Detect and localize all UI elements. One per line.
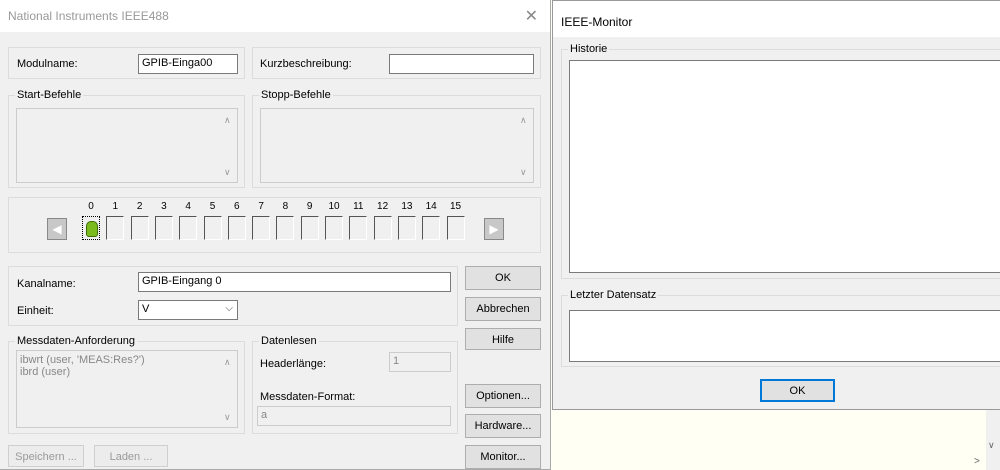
scroll-up-icon[interactable]: ∧ <box>224 357 231 368</box>
channel-number: 5 <box>209 201 216 212</box>
abbrechen-button[interactable]: Abbrechen <box>465 297 541 321</box>
modulname-input[interactable]: GPIB-Einga00 <box>138 54 238 74</box>
monitor-button[interactable]: Monitor... <box>465 445 541 469</box>
historie-textarea[interactable] <box>569 60 1000 273</box>
channel-number: 14 <box>425 201 437 212</box>
channel-slot-8[interactable] <box>276 216 295 240</box>
scroll-down-icon[interactable]: ∨ <box>520 167 527 178</box>
channel-slot-15[interactable] <box>446 216 465 240</box>
channel-slot-12[interactable] <box>373 216 392 240</box>
stopp-befehle-textarea[interactable]: ∧ ∨ <box>260 108 534 183</box>
channel-slot-0[interactable] <box>82 216 100 240</box>
stopp-scrollbar[interactable]: ∧ ∨ <box>517 109 533 182</box>
kurzbeschreibung-input[interactable] <box>389 54 534 74</box>
channel-slot-6[interactable] <box>227 216 246 240</box>
format-input[interactable]: a <box>257 406 451 426</box>
monitor-titlebar: IEEE-Monitor <box>553 1 1000 37</box>
scroll-down-icon[interactable]: ∨ <box>224 412 231 423</box>
headerlaenge-label: Headerlänge: <box>260 358 327 370</box>
scroll-right-icon[interactable]: > <box>974 456 980 467</box>
channel-number: 0 <box>88 201 94 212</box>
speichern-button[interactable]: Speichern ... <box>8 445 84 467</box>
channel-number: 1 <box>112 201 119 212</box>
kanalname-label: Kanalname: <box>17 278 76 290</box>
start-befehle-label: Start-Befehle <box>15 89 84 101</box>
optionen-button[interactable]: Optionen... <box>465 384 541 408</box>
channel-slot-9[interactable] <box>300 216 319 240</box>
close-icon[interactable]: ✕ <box>525 6 538 26</box>
channel-number: 8 <box>282 201 289 212</box>
letzter-datensatz-textarea[interactable] <box>569 310 1000 362</box>
datenlesen-label: Datenlesen <box>259 335 319 347</box>
start-scrollbar[interactable]: ∧ ∨ <box>221 109 237 182</box>
chevron-down-icon: ⌵ <box>225 303 233 314</box>
kurzbeschreibung-label: Kurzbeschreibung: <box>260 58 352 70</box>
channel-number: 9 <box>306 201 313 212</box>
channel-number: 12 <box>377 201 389 212</box>
messdaten-line: ibrd (user) <box>20 366 71 378</box>
monitor-ok-button[interactable]: OK <box>760 379 835 402</box>
hilfe-button[interactable]: Hilfe <box>465 328 541 350</box>
channel-number: 11 <box>353 201 364 212</box>
channel-number: 3 <box>161 201 167 212</box>
messdaten-line: ibwrt (user, 'MEAS:Res?') <box>20 354 145 366</box>
scroll-up-icon[interactable]: ∧ <box>224 115 231 126</box>
einheit-value: V <box>142 303 150 315</box>
channel-active-icon <box>86 221 98 237</box>
start-befehle-textarea[interactable]: ∧ ∨ <box>16 108 238 183</box>
headerlaenge-input[interactable]: 1 <box>389 352 451 372</box>
channel-next-button[interactable]: ▶ <box>484 218 504 240</box>
ok-button[interactable]: OK <box>465 266 541 290</box>
scroll-down-icon[interactable]: ∨ <box>224 167 231 178</box>
laden-button[interactable]: Laden ... <box>94 445 168 467</box>
channel-number: 13 <box>401 201 413 212</box>
hardware-button[interactable]: Hardware... <box>465 414 541 438</box>
einheit-label: Einheit: <box>17 305 54 317</box>
messdaten-label: Messdaten-Anforderung <box>15 335 138 347</box>
stopp-befehle-label: Stopp-Befehle <box>259 89 333 101</box>
channel-number: 7 <box>258 201 264 212</box>
channel-slot-1[interactable] <box>106 216 125 240</box>
einheit-select[interactable]: V ⌵ <box>138 300 238 320</box>
channel-slot-11[interactable] <box>349 216 368 240</box>
channel-slot-7[interactable] <box>252 216 271 240</box>
kanalname-input[interactable]: GPIB-Eingang 0 <box>138 272 451 292</box>
channel-number: 2 <box>136 201 143 212</box>
main-dialog: National Instruments IEEE488 ✕ Modulname… <box>0 0 551 470</box>
scroll-up-icon[interactable]: ∧ <box>520 115 527 126</box>
channel-slot-2[interactable] <box>130 216 149 240</box>
channel-slot-4[interactable] <box>179 216 198 240</box>
channel-prev-button[interactable]: ◀ <box>47 218 67 240</box>
channel-slot-14[interactable] <box>422 216 441 240</box>
channel-slot-5[interactable] <box>203 216 222 240</box>
messdaten-scrollbar[interactable]: ∧ ∨ <box>221 351 237 427</box>
monitor-title: IEEE-Monitor <box>561 15 633 29</box>
channel-slot-10[interactable] <box>325 216 343 240</box>
modulname-label: Modulname: <box>17 58 78 70</box>
scroll-down-icon[interactable]: ∨ <box>988 440 995 451</box>
historie-label: Historie <box>568 43 610 55</box>
channel-number: 4 <box>185 201 191 212</box>
format-label: Messdaten-Format: <box>260 391 356 403</box>
channel-slot-13[interactable] <box>397 216 416 240</box>
channel-slot-3[interactable] <box>154 216 173 240</box>
letzter-datensatz-label: Letzter Datensatz <box>568 289 659 301</box>
messdaten-textarea[interactable]: ibwrt (user, 'MEAS:Res?') ibrd (user) ∧ ∨ <box>16 350 238 428</box>
monitor-window: IEEE-Monitor Historie Letzter Datensatz … <box>552 0 1000 410</box>
channel-number: 6 <box>234 201 240 212</box>
main-titlebar: National Instruments IEEE488 ✕ <box>0 0 550 32</box>
main-title: National Instruments IEEE488 <box>8 9 169 23</box>
channel-number: 15 <box>449 201 462 212</box>
channel-number: 10 <box>328 201 340 212</box>
